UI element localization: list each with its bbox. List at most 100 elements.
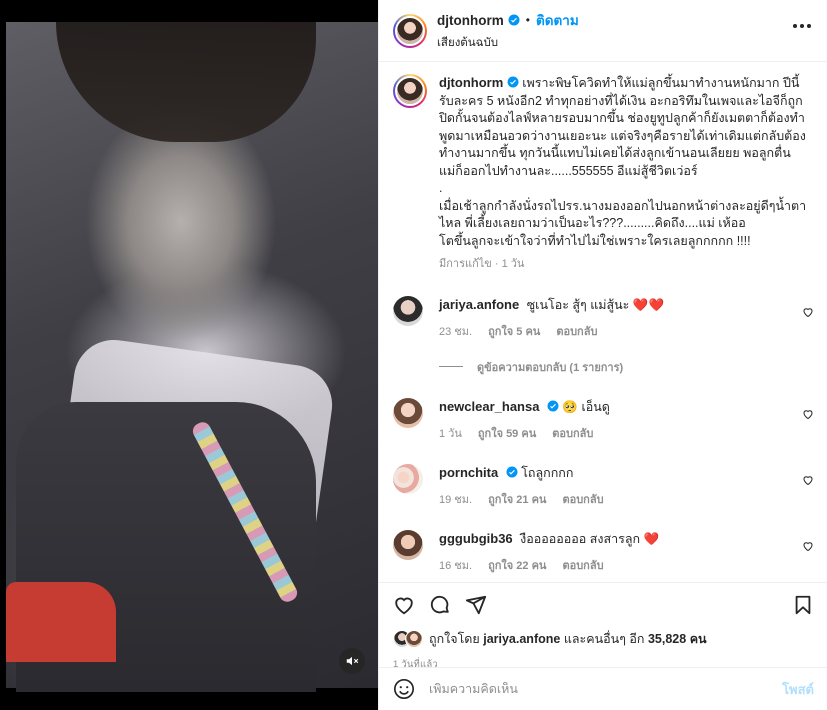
- caption-avatar-ring[interactable]: [393, 74, 427, 108]
- reply-button[interactable]: ตอบกลับ: [556, 322, 597, 340]
- view-replies-button[interactable]: ดูข้อความตอบกลับ (1 รายการ): [379, 358, 827, 376]
- view-replies-label: ดูข้อความตอบกลับ (1 รายการ): [477, 361, 624, 374]
- comment-time: 19 ชม.: [439, 493, 473, 506]
- audio-link[interactable]: เสียงต้นฉบับ: [437, 34, 579, 52]
- verified-badge-icon: [506, 466, 518, 477]
- avatar: [395, 76, 425, 106]
- comment-meta: 1 วัน ถูกใจ 59 คน ตอบกลับ: [439, 424, 799, 442]
- comment-username[interactable]: gggubgib36: [439, 531, 513, 546]
- like-comment-heart-icon[interactable]: [802, 408, 814, 420]
- heart-emoji: ❤️: [643, 531, 660, 546]
- comment-likes[interactable]: ถูกใจ 5 คน: [488, 322, 540, 340]
- comment-avatar[interactable]: [393, 295, 423, 326]
- reply-button[interactable]: ตอบกลับ: [562, 556, 603, 574]
- comment-meta: 23 ชม. ถูกใจ 5 คน ตอบกลับ: [439, 322, 799, 340]
- separator-dot: •: [525, 13, 530, 27]
- video-player[interactable]: [6, 22, 378, 692]
- comment-text: ซูเนโอะ สู้ๆ แม่สู้นะ: [526, 297, 630, 312]
- reply-button[interactable]: ตอบกลับ: [552, 424, 593, 442]
- comment-line: jariya.anfone ซูเนโอะ สู้ๆ แม่สู้นะ ❤️❤️: [439, 296, 799, 314]
- comment-item: gggubgib36 งืออออออออ สงสารลูก ❤️ 16 ชม.…: [379, 529, 827, 574]
- comment-line: newclear_hansa 🥺 เอ็นดู: [439, 398, 799, 416]
- avatar: [395, 15, 425, 46]
- share-icon[interactable]: [465, 594, 487, 616]
- comment-input[interactable]: [429, 682, 783, 696]
- author-avatar-ring[interactable]: [393, 13, 427, 48]
- comment-body: pornchita โถลูกกกก 19 ชม. ถูกใจ 21 คน ตอ…: [439, 464, 799, 508]
- comment-time: 23 ชม.: [439, 325, 473, 338]
- comment-likes[interactable]: ถูกใจ 59 คน: [478, 424, 536, 442]
- comment-username[interactable]: newclear_hansa: [439, 399, 539, 414]
- avatar: [393, 397, 423, 428]
- comment-likes[interactable]: ถูกใจ 21 คน: [488, 490, 546, 508]
- comment-item: newclear_hansa 🥺 เอ็นดู 1 วัน ถูกใจ 59 ค…: [379, 397, 827, 442]
- comment-avatar[interactable]: [393, 397, 423, 428]
- liked-by-prefix: ถูกใจโดย: [429, 632, 480, 646]
- caption-meta: มีการแก้ไข · 1 วัน: [439, 258, 525, 270]
- comment-username[interactable]: jariya.anfone: [439, 297, 519, 312]
- comment-line: gggubgib36 งืออออออออ สงสารลูก ❤️: [439, 530, 799, 548]
- avatar: [405, 630, 423, 648]
- comment-time: 1 วัน: [439, 427, 462, 440]
- like-comment-heart-icon[interactable]: [802, 540, 814, 552]
- comment-text: เอ็นดู: [581, 399, 610, 414]
- post-caption: djtonhorm เพราะพิษโควิดทำให้แม่ลูกขึ้นมา…: [379, 62, 827, 274]
- comment-meta: 19 ชม. ถูกใจ 21 คน ตอบกลับ: [439, 490, 799, 508]
- header-line: djtonhorm • ติดตาม: [437, 9, 579, 31]
- comment-username[interactable]: pornchita: [439, 465, 498, 480]
- heart-icon[interactable]: [393, 594, 415, 616]
- more-options-icon[interactable]: [793, 24, 811, 28]
- caption-username[interactable]: djtonhorm: [439, 75, 503, 90]
- comment-avatar[interactable]: [393, 529, 423, 560]
- mute-toggle-button[interactable]: [339, 648, 365, 674]
- header-text: djtonhorm • ติดตาม เสียงต้นฉบับ: [437, 9, 579, 52]
- comment-time: 16 ชม.: [439, 559, 473, 572]
- liked-by-suffix[interactable]: คน: [690, 629, 707, 649]
- liked-by-and: และคนอื่นๆ อีก: [563, 632, 645, 646]
- like-comment-heart-icon[interactable]: [802, 306, 814, 318]
- comment-icon[interactable]: [429, 594, 451, 616]
- comment-avatar[interactable]: [393, 463, 423, 494]
- liked-by-row: ถูกใจโดย jariya.anfone และคนอื่นๆ อีก 35…: [393, 629, 814, 649]
- comment-likes[interactable]: ถูกใจ 22 คน: [488, 556, 546, 574]
- post-panel: djtonhorm • ติดตาม เสียงต้นฉบับ djtonhor…: [378, 0, 827, 710]
- liked-by-username[interactable]: jariya.anfone: [483, 632, 560, 646]
- verified-badge-icon: [507, 76, 519, 88]
- comment-body: newclear_hansa 🥺 เอ็นดู 1 วัน ถูกใจ 59 ค…: [439, 398, 799, 442]
- liked-by-count[interactable]: 35,828: [648, 632, 686, 646]
- comment-meta: 16 ชม. ถูกใจ 22 คน ตอบกลับ: [439, 556, 799, 574]
- reply-button[interactable]: ตอบกลับ: [562, 490, 603, 508]
- comments-scroll-area[interactable]: djtonhorm เพราะพิษโควิดทำให้แม่ลูกขึ้นมา…: [379, 62, 827, 582]
- avatar: [393, 463, 423, 494]
- post-actions: ถูกใจโดย jariya.anfone และคนอื่นๆ อีก 35…: [379, 582, 827, 672]
- avatar: [393, 529, 423, 560]
- caption-text: เพราะพิษโควิดทำให้แม่ลูกขึ้นมาทำงานหนักม…: [439, 76, 807, 248]
- author-username[interactable]: djtonhorm: [437, 13, 504, 28]
- verified-badge-icon: [508, 14, 520, 26]
- heart-emoji: ❤️❤️: [632, 297, 665, 312]
- speaker-muted-icon: [346, 656, 359, 666]
- comment-text: งืออออออออ สงสารลูก: [520, 531, 641, 546]
- comment-item: jariya.anfone ซูเนโอะ สู้ๆ แม่สู้นะ ❤️❤️…: [379, 295, 827, 340]
- avatar: [393, 295, 423, 326]
- comment-body: gggubgib36 งืออออออออ สงสารลูก ❤️ 16 ชม.…: [439, 530, 799, 574]
- like-comment-heart-icon[interactable]: [802, 474, 814, 486]
- replies-divider: [439, 366, 463, 367]
- post-comment-button[interactable]: โพสต์: [782, 679, 814, 700]
- comment-text: โถลูกกกก: [521, 465, 574, 480]
- caption-text-block: djtonhorm เพราะพิษโควิดทำให้แม่ลูกขึ้นมา…: [439, 74, 807, 250]
- post-header: djtonhorm • ติดตาม เสียงต้นฉบับ: [379, 0, 827, 62]
- liked-by-avatars[interactable]: [393, 630, 423, 648]
- post-media[interactable]: [0, 0, 378, 710]
- video-frame-seat: [6, 582, 116, 662]
- follow-button[interactable]: ติดตาม: [536, 9, 579, 31]
- comment-body: jariya.anfone ซูเนโอะ สู้ๆ แม่สู้นะ ❤️❤️…: [439, 296, 799, 340]
- add-comment-bar: โพสต์: [379, 667, 827, 710]
- comment-line: pornchita โถลูกกกก: [439, 464, 799, 482]
- pleading-face-emoji: 🥺: [562, 399, 578, 414]
- verified-badge-icon: [547, 400, 559, 411]
- bookmark-icon[interactable]: [792, 594, 814, 616]
- action-icon-row: [393, 589, 814, 621]
- emoji-smiley-icon[interactable]: [393, 678, 415, 700]
- caption-body: djtonhorm เพราะพิษโควิดทำให้แม่ลูกขึ้นมา…: [439, 74, 807, 274]
